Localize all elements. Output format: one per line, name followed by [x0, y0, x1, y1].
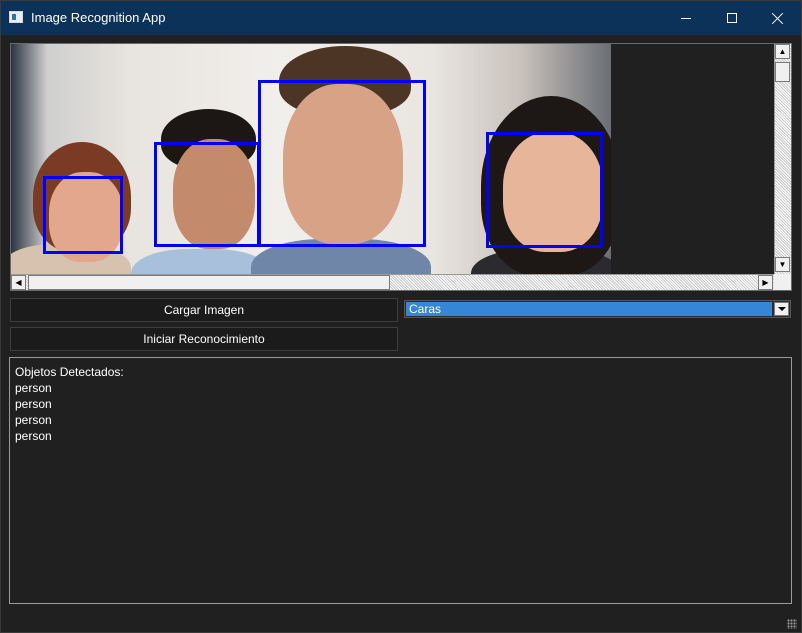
result-item: person — [15, 381, 52, 395]
scroll-left-icon[interactable]: ◀ — [11, 275, 26, 290]
start-recognition-button[interactable]: Iniciar Reconocimiento — [10, 327, 398, 351]
scroll-corner — [774, 274, 791, 290]
result-item: person — [15, 429, 52, 443]
detection-box — [154, 142, 260, 247]
dropdown-arrow-icon[interactable] — [774, 302, 789, 316]
image-canvas[interactable]: ▲ ▼ ◀ ▶ — [10, 43, 792, 291]
app-window: Image Recognition App ▲ ▼ ◀ ▶ Cargar Ima… — [0, 0, 802, 633]
window-title: Image Recognition App — [31, 10, 166, 25]
horizontal-scrollbar[interactable]: ◀ ▶ — [11, 274, 774, 290]
scroll-right-icon[interactable]: ▶ — [758, 275, 773, 290]
resize-grip-icon[interactable] — [787, 619, 797, 629]
detection-box — [486, 132, 603, 248]
results-heading: Objetos Detectados: — [15, 365, 124, 379]
mode-select[interactable]: Caras — [404, 300, 791, 318]
scroll-down-icon[interactable]: ▼ — [775, 257, 790, 272]
person-2-body — [131, 249, 271, 274]
photo — [11, 44, 611, 274]
result-item: person — [15, 413, 52, 427]
detection-box — [43, 176, 123, 254]
maximize-button[interactable] — [709, 1, 755, 35]
close-icon — [772, 12, 784, 24]
mode-select-value: Caras — [406, 302, 772, 316]
maximize-icon — [727, 13, 737, 23]
detection-box — [258, 80, 426, 247]
close-button[interactable] — [755, 1, 801, 35]
minimize-button[interactable] — [663, 1, 709, 35]
vertical-scroll-thumb[interactable] — [775, 62, 790, 82]
results-textarea[interactable]: Objetos Detectados: person person person… — [9, 357, 792, 604]
load-image-button[interactable]: Cargar Imagen — [10, 298, 398, 322]
app-icon — [9, 11, 23, 23]
scroll-up-icon[interactable]: ▲ — [775, 44, 790, 59]
vertical-scrollbar[interactable]: ▲ ▼ — [774, 44, 791, 274]
title-bar[interactable]: Image Recognition App — [1, 1, 801, 35]
horizontal-scroll-thumb[interactable] — [28, 275, 390, 290]
result-item: person — [15, 397, 52, 411]
minimize-icon — [681, 17, 691, 19]
